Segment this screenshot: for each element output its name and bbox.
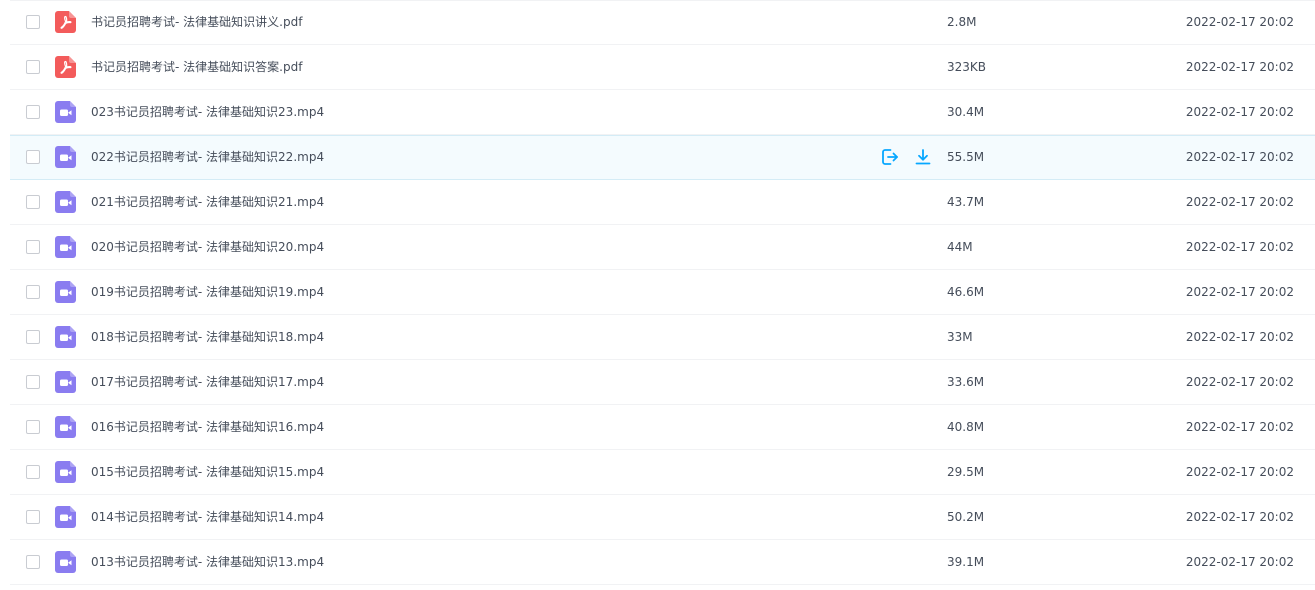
file-size: 30.4M: [947, 105, 985, 119]
file-modified-date: 2022-02-17 20:02: [1185, 240, 1294, 254]
row-checkbox[interactable]: [26, 420, 40, 434]
pdf-icon: [55, 56, 76, 78]
file-modified-date: 2022-02-17 20:02: [1185, 465, 1294, 479]
video-icon: [55, 236, 76, 258]
file-size: 44M: [947, 240, 973, 254]
file-row[interactable]: 023书记员招聘考试- 法律基础知识23.mp4 30.4M 2022-02-17 …: [10, 90, 1315, 135]
file-modified-date: 2022-02-17 20:02: [1185, 420, 1294, 434]
file-row[interactable]: 022书记员招聘考试- 法律基础知识22.mp4 55.5M 2022-02-17 …: [10, 135, 1315, 180]
file-size: 40.8M: [947, 420, 985, 434]
row-checkbox[interactable]: [26, 375, 40, 389]
file-modified-date: 2022-02-17 20:02: [1185, 60, 1294, 74]
file-name[interactable]: 021书记员招聘考试- 法律基础知识21.mp4: [91, 194, 324, 210]
video-icon: [55, 101, 76, 123]
pdf-icon: [55, 11, 76, 33]
row-checkbox[interactable]: [26, 195, 40, 209]
row-checkbox[interactable]: [26, 105, 40, 119]
video-icon: [55, 461, 76, 483]
video-icon: [55, 146, 76, 168]
file-name[interactable]: 018书记员招聘考试- 法律基础知识18.mp4: [91, 329, 324, 345]
video-icon: [55, 506, 76, 528]
file-name[interactable]: 015书记员招聘考试- 法律基础知识15.mp4: [91, 464, 324, 480]
file-name[interactable]: 016书记员招聘考试- 法律基础知识16.mp4: [91, 419, 324, 435]
file-row[interactable]: 019书记员招聘考试- 法律基础知识19.mp4 46.6M 2022-02-17 …: [10, 270, 1315, 315]
row-checkbox[interactable]: [26, 60, 40, 74]
file-row[interactable]: 017书记员招聘考试- 法律基础知识17.mp4 33.6M 2022-02-17 …: [10, 360, 1315, 405]
video-icon: [55, 551, 76, 573]
download-icon[interactable]: [914, 148, 932, 166]
video-icon: [55, 416, 76, 438]
file-size: 33.6M: [947, 375, 985, 389]
file-modified-date: 2022-02-17 20:02: [1185, 375, 1294, 389]
file-modified-date: 2022-02-17 20:02: [1185, 555, 1294, 569]
share-icon[interactable]: [881, 148, 899, 166]
file-row[interactable]: 书记员招聘考试- 法律基础知识讲义.pdf 2.8M 2022-02-17 20:0…: [10, 0, 1315, 45]
file-size: 55.5M: [947, 150, 985, 164]
file-row[interactable]: 020书记员招聘考试- 法律基础知识20.mp4 44M 2022-02-17 20…: [10, 225, 1315, 270]
file-name[interactable]: 书记员招聘考试- 法律基础知识答案.pdf: [91, 59, 302, 75]
video-icon: [55, 371, 76, 393]
row-checkbox[interactable]: [26, 150, 40, 164]
video-icon: [55, 281, 76, 303]
row-checkbox[interactable]: [26, 15, 40, 29]
file-modified-date: 2022-02-17 20:02: [1185, 15, 1294, 29]
file-size: 33M: [947, 330, 973, 344]
file-row[interactable]: 书记员招聘考试- 法律基础知识答案.pdf 323KB 2022-02-17 20:…: [10, 45, 1315, 90]
video-icon: [55, 191, 76, 213]
file-size: 39.1M: [947, 555, 985, 569]
file-name[interactable]: 022书记员招聘考试- 法律基础知识22.mp4: [91, 149, 324, 165]
row-checkbox[interactable]: [26, 555, 40, 569]
file-name[interactable]: 014书记员招聘考试- 法律基础知识14.mp4: [91, 509, 324, 525]
row-checkbox[interactable]: [26, 465, 40, 479]
file-row[interactable]: 018书记员招聘考试- 法律基础知识18.mp4 33M 2022-02-17 20…: [10, 315, 1315, 360]
file-row[interactable]: 021书记员招聘考试- 法律基础知识21.mp4 43.7M 2022-02-17 …: [10, 180, 1315, 225]
file-size: 29.5M: [947, 465, 985, 479]
file-row[interactable]: 016书记员招聘考试- 法律基础知识16.mp4 40.8M 2022-02-17 …: [10, 405, 1315, 450]
file-size: 50.2M: [947, 510, 985, 524]
row-checkbox[interactable]: [26, 330, 40, 344]
file-row[interactable]: 015书记员招聘考试- 法律基础知识15.mp4 29.5M 2022-02-17 …: [10, 450, 1315, 495]
file-name[interactable]: 017书记员招聘考试- 法律基础知识17.mp4: [91, 374, 324, 390]
file-size: 46.6M: [947, 285, 985, 299]
row-checkbox[interactable]: [26, 240, 40, 254]
file-modified-date: 2022-02-17 20:02: [1185, 330, 1294, 344]
file-modified-date: 2022-02-17 20:02: [1185, 195, 1294, 209]
file-name[interactable]: 013书记员招聘考试- 法律基础知识13.mp4: [91, 554, 324, 570]
file-list: 书记员招聘考试- 法律基础知识讲义.pdf 2.8M 2022-02-17 20:0…: [10, 0, 1315, 585]
file-modified-date: 2022-02-17 20:02: [1185, 105, 1294, 119]
file-modified-date: 2022-02-17 20:02: [1185, 285, 1294, 299]
file-name[interactable]: 020书记员招聘考试- 法律基础知识20.mp4: [91, 239, 324, 255]
file-size: 2.8M: [947, 15, 977, 29]
file-name[interactable]: 023书记员招聘考试- 法律基础知识23.mp4: [91, 104, 324, 120]
file-name[interactable]: 019书记员招聘考试- 法律基础知识19.mp4: [91, 284, 324, 300]
video-icon: [55, 326, 76, 348]
file-modified-date: 2022-02-17 20:02: [1185, 510, 1294, 524]
file-row[interactable]: 013书记员招聘考试- 法律基础知识13.mp4 39.1M 2022-02-17 …: [10, 540, 1315, 585]
file-size: 323KB: [947, 60, 987, 74]
row-checkbox[interactable]: [26, 285, 40, 299]
row-checkbox[interactable]: [26, 510, 40, 524]
file-row[interactable]: 014书记员招聘考试- 法律基础知识14.mp4 50.2M 2022-02-17 …: [10, 495, 1315, 540]
file-name[interactable]: 书记员招聘考试- 法律基础知识讲义.pdf: [91, 14, 302, 30]
file-size: 43.7M: [947, 195, 985, 209]
file-modified-date: 2022-02-17 20:02: [1185, 150, 1294, 164]
